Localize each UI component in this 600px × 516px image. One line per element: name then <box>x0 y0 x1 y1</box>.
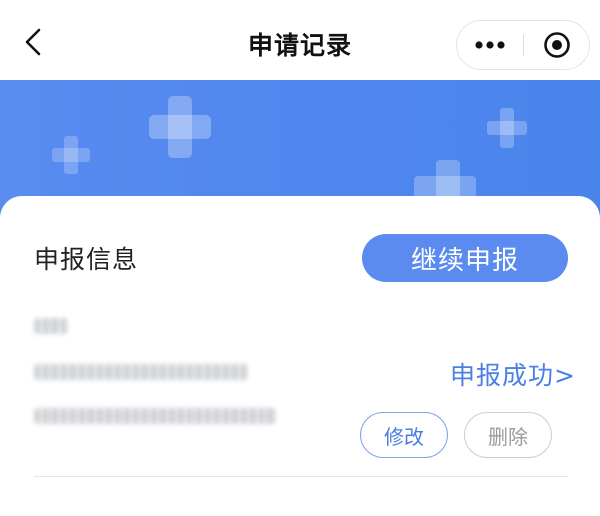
mini-program-capsule <box>456 20 590 70</box>
delete-button[interactable]: 删除 <box>464 412 552 458</box>
edit-button[interactable]: 修改 <box>360 412 448 458</box>
close-button[interactable] <box>524 21 590 69</box>
medical-cross-icon <box>52 136 90 174</box>
section-title: 申报信息 <box>34 245 139 274</box>
more-dots-icon <box>475 41 505 49</box>
more-button[interactable] <box>457 21 523 69</box>
redacted-name <box>34 318 68 334</box>
target-close-icon <box>544 32 570 58</box>
medical-cross-icon <box>414 160 476 200</box>
redacted-timestamp <box>34 408 276 424</box>
redacted-id-number <box>34 364 248 380</box>
medical-cross-icon <box>149 96 211 158</box>
divider-line <box>34 476 568 477</box>
continue-report-button[interactable]: 继续申报 <box>362 234 568 282</box>
report-status-link[interactable]: 申报成功> <box>450 356 576 392</box>
application-record-card: 申报信息 继续申报 申报成功> 修改 删除 <box>0 196 600 516</box>
navigation-bar: 申请记录 <box>0 0 600 80</box>
medical-cross-icon <box>487 108 527 148</box>
